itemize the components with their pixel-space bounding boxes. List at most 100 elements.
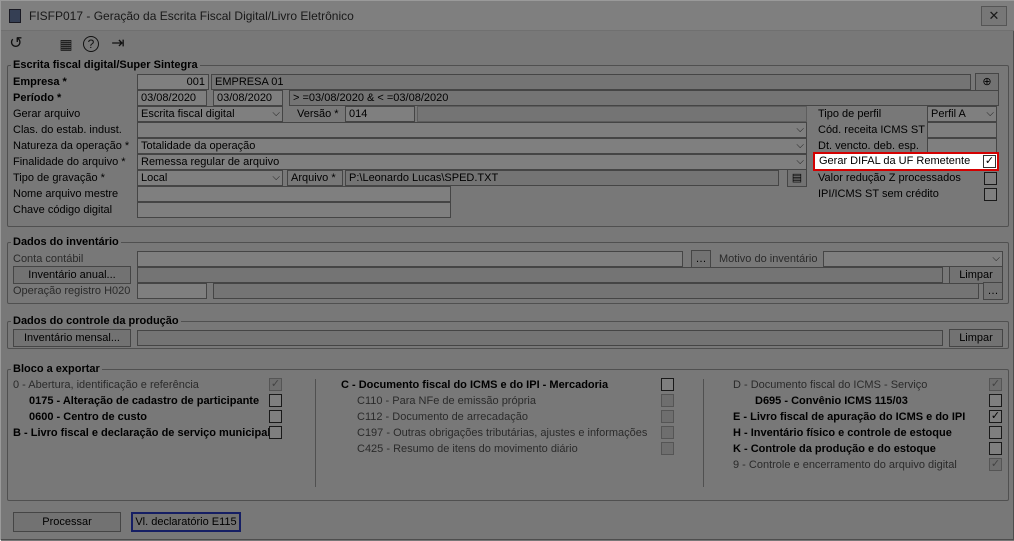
exit-icon[interactable]: ⇥: [109, 35, 127, 53]
chave-label: Chave código digital: [13, 204, 113, 216]
bloco-c-label: C - Documento fiscal do ICMS e do IPI - …: [341, 379, 609, 391]
vl-declaratorio-button[interactable]: Vl. declaratório E115: [131, 512, 241, 532]
reducao-checkbox[interactable]: [984, 172, 997, 185]
d695-checkbox[interactable]: [989, 394, 1002, 407]
gerar-select[interactable]: Escrita fiscal digital ⌵: [137, 106, 283, 122]
periodo-start-field[interactable]: 03/08/2020: [137, 90, 207, 106]
periodo-range: > =03/08/2020 & < =03/08/2020: [289, 90, 999, 106]
nome-field[interactable]: [137, 186, 451, 202]
arquivo-field[interactable]: P:\Leonardo Lucas\SPED.TXT: [345, 170, 779, 186]
close-button[interactable]: ✕: [981, 6, 1007, 26]
inventario-anual-desc: [137, 267, 943, 283]
help-icon[interactable]: ?: [83, 36, 99, 52]
bloco-0600-checkbox[interactable]: [269, 410, 282, 423]
empresa-name-field: EMPRESA 01: [211, 74, 971, 90]
motivo-label: Motivo do inventário: [719, 253, 818, 265]
bloco-b-label: B - Livro fiscal e declaração de serviço…: [13, 427, 271, 439]
window-title: FISFP017 - Geração da Escrita Fiscal Dig…: [29, 9, 354, 23]
tipo-gravacao-value: Local: [141, 172, 168, 184]
c110-label: C110 - Para NFe de emissão própria: [357, 395, 536, 407]
natureza-label: Natureza da operação *: [13, 140, 130, 152]
chevron-down-icon: ⌵: [272, 108, 280, 119]
conta-field[interactable]: [137, 251, 683, 267]
bloco-b-checkbox[interactable]: [269, 426, 282, 439]
versao-label: Versão *: [297, 108, 339, 120]
h020-desc: [213, 283, 979, 299]
empresa-lookup-button[interactable]: ⊕: [975, 73, 999, 91]
conta-label: Conta contábil: [13, 253, 84, 265]
limpar-producao-button[interactable]: Limpar: [949, 329, 1003, 347]
reducao-label: Valor redução Z processados: [818, 172, 961, 184]
inventario-mensal-button[interactable]: Inventário mensal...: [13, 329, 131, 347]
inventario-title: Dados do inventário: [11, 236, 121, 248]
ipi-checkbox[interactable]: [984, 188, 997, 201]
processar-button[interactable]: Processar: [13, 512, 121, 532]
motivo-select[interactable]: ⌵: [823, 251, 1003, 267]
finalidade-label: Finalidade do arquivo *: [13, 156, 126, 168]
bloco-k-label: K - Controle da produção e do estoque: [733, 443, 936, 455]
arquivo-label: Arquivo *: [287, 170, 343, 186]
chevron-down-icon: ⌵: [796, 124, 804, 135]
ipi-label: IPI/ICMS ST sem crédito: [818, 188, 939, 200]
inventario-mensal-desc: [137, 330, 943, 346]
c425-checkbox: [661, 442, 674, 455]
bloco-d-checkbox: ✓: [989, 378, 1002, 391]
h020-lookup-button[interactable]: …: [983, 282, 1003, 300]
tipo-gravacao-select[interactable]: Local ⌵: [137, 170, 283, 186]
chevron-down-icon: ⌵: [796, 140, 804, 151]
difal-label: Gerar DIFAL da UF Remetente: [819, 155, 971, 167]
inventario-anual-button[interactable]: Inventário anual...: [13, 266, 131, 284]
gerar-label: Gerar arquivo: [13, 108, 81, 120]
d695-label: D695 - Convênio ICMS 115/03: [755, 395, 908, 407]
c110-checkbox: [661, 394, 674, 407]
gerar-value: Escrita fiscal digital: [141, 108, 235, 120]
app-icon: [9, 9, 21, 23]
c112-label: C112 - Documento de arrecadação: [357, 411, 529, 423]
bloco-9-checkbox: ✓: [989, 458, 1002, 471]
bloco-title: Bloco a exportar: [11, 363, 102, 375]
bloco-d-label: D - Documento fiscal do ICMS - Serviço: [733, 379, 928, 391]
clas-select[interactable]: ⌵: [137, 122, 807, 138]
empresa-code-field[interactable]: 001: [137, 74, 209, 90]
c425-label: C425 - Resumo de itens do movimento diár…: [357, 443, 578, 455]
bloco-divider-left: [315, 379, 316, 487]
producao-title: Dados do controle da produção: [11, 315, 181, 327]
bloco-k-checkbox[interactable]: [989, 442, 1002, 455]
bloco-e-label: E - Livro fiscal de apuração do ICMS e d…: [733, 411, 966, 423]
folder-icon[interactable]: ▤: [787, 169, 807, 187]
bloco-h-label: H - Inventário físico e controle de esto…: [733, 427, 952, 439]
difal-highlight[interactable]: Gerar DIFAL da UF Remetente ✓: [813, 152, 999, 171]
bloco-c-checkbox[interactable]: [661, 378, 674, 391]
h020-field[interactable]: [137, 283, 207, 299]
versao-field[interactable]: 014: [345, 106, 415, 122]
tipo-gravacao-label: Tipo de gravação *: [13, 172, 105, 184]
bloco-0175-checkbox[interactable]: [269, 394, 282, 407]
chevron-down-icon: ⌵: [272, 172, 280, 183]
main-window: FISFP017 - Geração da Escrita Fiscal Dig…: [0, 0, 1014, 541]
escrita-title: Escrita fiscal digital/Super Sintegra: [11, 59, 200, 71]
c112-checkbox: [661, 410, 674, 423]
tipo-perfil-select[interactable]: Perfil A ⌵: [927, 106, 997, 122]
chave-field[interactable]: [137, 202, 451, 218]
tipo-perfil-value: Perfil A: [931, 108, 966, 120]
chevron-down-icon: ⌵: [986, 108, 994, 119]
bloco-0-label: 0 - Abertura, identificação e referência: [13, 379, 199, 391]
refresh-icon[interactable]: ↺: [7, 35, 25, 53]
bloco-divider-right: [703, 379, 704, 487]
bloco-0600-label: 0600 - Centro de custo: [29, 411, 147, 423]
calendar-icon[interactable]: ▦: [57, 35, 75, 53]
bloco-h-checkbox[interactable]: [989, 426, 1002, 439]
dt-vencto-label: Dt. vencto. deb. esp.: [818, 140, 919, 152]
difal-checkbox[interactable]: ✓: [983, 155, 996, 168]
cod-receita-field[interactable]: [927, 122, 997, 138]
c197-label: C197 - Outras obrigações tributárias, aj…: [357, 427, 648, 439]
title-bar: FISFP017 - Geração da Escrita Fiscal Dig…: [1, 1, 1014, 31]
periodo-end-field[interactable]: 03/08/2020: [213, 90, 283, 106]
chevron-down-icon: ⌵: [992, 253, 1000, 264]
bloco-e-checkbox[interactable]: ✓: [989, 410, 1002, 423]
c197-checkbox: [661, 426, 674, 439]
finalidade-select[interactable]: Remessa regular de arquivo ⌵: [137, 154, 807, 170]
conta-lookup-button[interactable]: …: [691, 250, 711, 268]
natureza-select[interactable]: Totalidade da operação ⌵: [137, 138, 807, 154]
clas-label: Clas. do estab. indust.: [13, 124, 122, 136]
